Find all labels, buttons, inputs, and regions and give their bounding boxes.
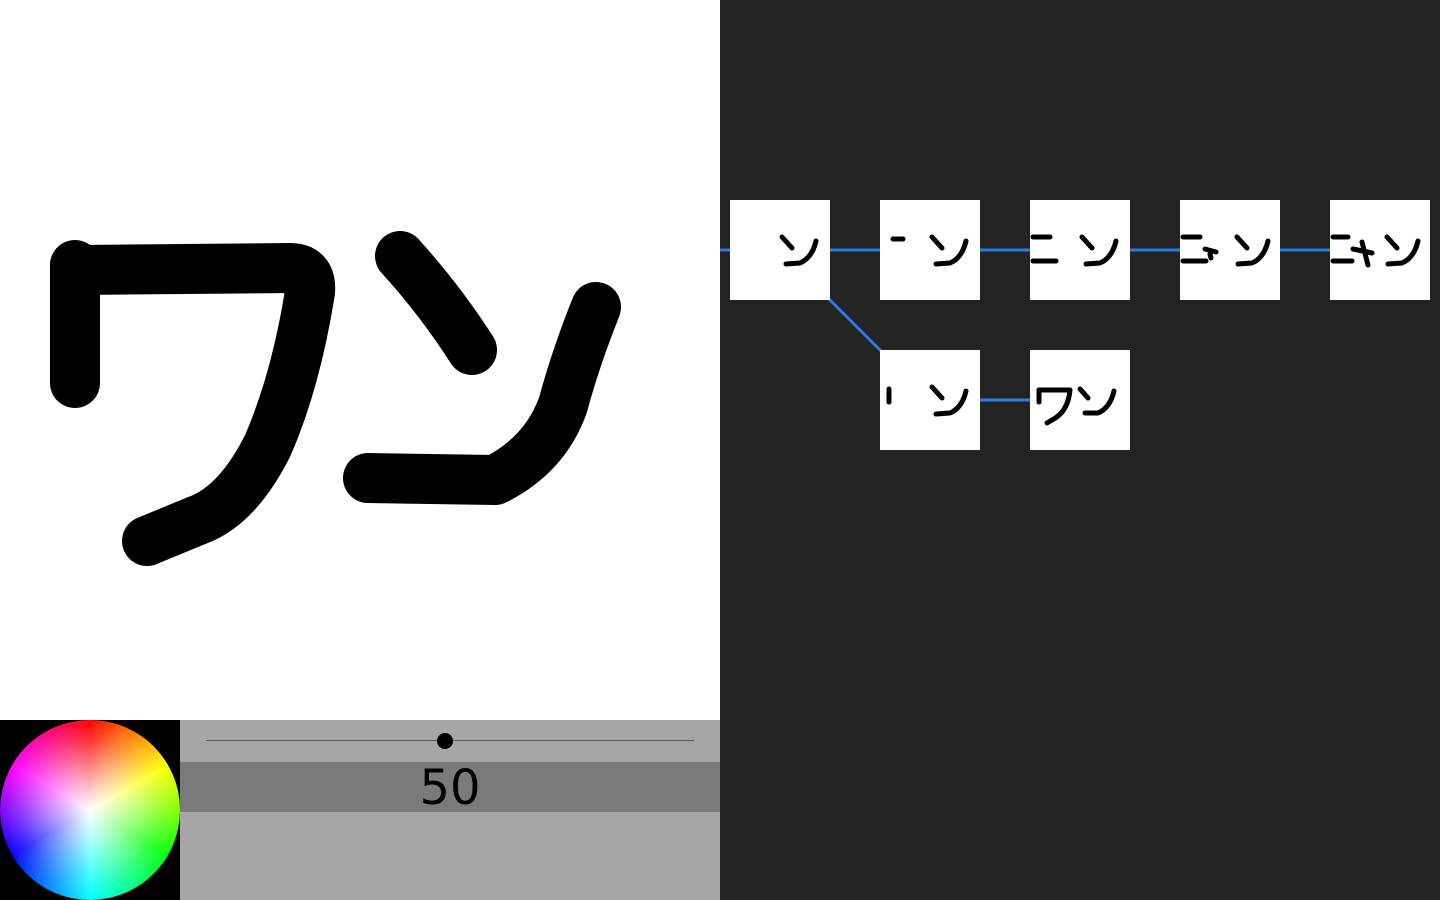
history-thumbnail: [1030, 234, 1119, 267]
slider-thumb[interactable]: [437, 733, 454, 749]
history-thumbnail: [886, 384, 969, 417]
history-node-7[interactable]: [1030, 350, 1130, 450]
brush-size-panel: 50: [180, 720, 720, 900]
history-thumbnail: [1330, 234, 1421, 268]
history-thumbnail: [1036, 386, 1117, 426]
thumbnail-stroke: [1207, 251, 1214, 261]
stroke: [375, 231, 497, 375]
thumbnail-stroke: [1077, 386, 1091, 401]
history-node-4[interactable]: [1180, 200, 1280, 300]
history-node-2[interactable]: [880, 200, 980, 300]
thumbnail-stroke: [929, 384, 945, 401]
history-node-5[interactable]: [1330, 200, 1430, 300]
thumbnail-stroke: [1036, 387, 1073, 426]
thumbnail-stroke: [1384, 234, 1400, 251]
history-node-6[interactable]: [880, 350, 980, 450]
drawing-canvas[interactable]: [0, 0, 720, 720]
brush-size-readout: 50: [180, 760, 720, 816]
history-tree-panel[interactable]: [720, 0, 1440, 900]
stroke: [53, 243, 336, 566]
history-node-3[interactable]: [1030, 200, 1130, 300]
thumbnail-stroke: [779, 234, 795, 251]
thumbnail-stroke: [1234, 234, 1250, 251]
history-thumbnail: [1180, 234, 1271, 267]
thumbnail-stroke: [1079, 234, 1095, 251]
thumbnail-stroke: [1359, 239, 1371, 268]
brush-size-value: 50: [419, 760, 481, 816]
history-node-1[interactable]: [730, 200, 830, 300]
thumbnail-stroke: [1082, 388, 1117, 416]
thumbnail-stroke: [1202, 246, 1219, 255]
color-wheel-icon[interactable]: [0, 720, 180, 900]
canvas-drawing: [50, 231, 621, 566]
history-thumbnail: [779, 234, 819, 267]
drawing-app: 50: [0, 0, 1440, 900]
color-picker-panel: [0, 720, 180, 900]
thumbnail-stroke: [929, 234, 945, 251]
history-links: [720, 248, 1380, 402]
brush-size-slider[interactable]: [206, 730, 694, 752]
history-thumbnail: [890, 234, 969, 267]
